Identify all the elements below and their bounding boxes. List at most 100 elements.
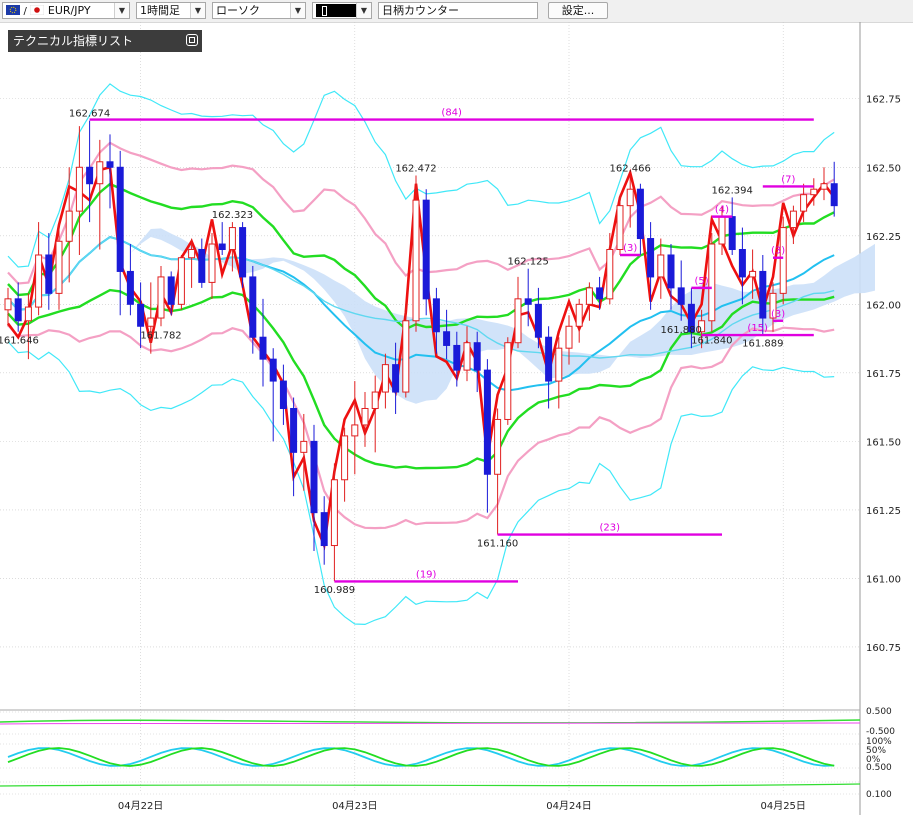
signal-line [0, 722, 861, 725]
candle-body [443, 331, 451, 346]
candle-body [300, 440, 308, 453]
price-label: 161.840 [691, 336, 732, 347]
candle-body [585, 287, 593, 305]
candle-body [14, 298, 22, 322]
price-label: 162.674 [69, 109, 110, 120]
candle-body [279, 380, 287, 409]
counter-label: (3) [771, 309, 785, 320]
timeframe-select[interactable]: 1時間足 ▼ [136, 2, 206, 19]
candle-body [494, 418, 502, 475]
candle-body [361, 407, 369, 426]
candle-body [483, 369, 491, 475]
candle-body [177, 257, 185, 305]
candle-body [269, 358, 277, 382]
price-label: 162.323 [212, 210, 253, 221]
candle-body [718, 216, 726, 245]
candle-body [96, 161, 104, 185]
currency-pair-label: EUR/JPY [47, 4, 91, 17]
price-tick-label: 161.75 [866, 369, 901, 380]
candle-body [800, 194, 808, 212]
chevron-down-icon[interactable]: ▼ [114, 3, 129, 18]
price-tick-label: 161.00 [866, 574, 901, 585]
candle-body [779, 227, 787, 294]
candle-body [126, 270, 134, 305]
chevron-down-icon[interactable]: ▼ [290, 3, 305, 18]
candle-body [86, 166, 94, 185]
candle-body [626, 188, 634, 207]
candle-body [759, 270, 767, 319]
settings-button[interactable]: 設定... [548, 2, 608, 19]
candle-body [198, 249, 206, 283]
candle-body [65, 210, 73, 242]
candle-body [412, 199, 420, 322]
candle-body [24, 306, 32, 322]
chevron-down-icon[interactable]: ▼ [190, 3, 205, 18]
price-tick-label: 162.50 [866, 163, 901, 174]
candle-body [228, 227, 236, 251]
candle-body [106, 161, 114, 168]
date-counter-field[interactable]: 日柄カウンター [378, 2, 538, 19]
minimize-icon[interactable] [186, 34, 198, 46]
price-label: 160.989 [314, 585, 355, 596]
candle-body [249, 276, 257, 338]
candle-body [320, 512, 328, 547]
price-tick-label: 161.50 [866, 437, 901, 448]
candle-body [55, 240, 63, 294]
counter-label: (23) [600, 523, 621, 534]
candle-body [820, 183, 828, 190]
candle-body [463, 342, 471, 371]
counter-label: (84) [441, 108, 462, 119]
sub-axis-label: 0.500 [866, 707, 892, 717]
stochastic-k-line [7, 747, 835, 767]
price-label: 162.466 [610, 163, 651, 174]
chart-style-label: ローソク [216, 4, 260, 17]
counter-label: (3) [771, 246, 785, 257]
price-label: 161.889 [742, 338, 783, 349]
candle-body [4, 298, 12, 311]
eu-flag-icon [6, 4, 20, 19]
toolbar: / EUR/JPY ▼ 1時間足 ▼ ローソク ▼ ▼ 日柄カウンター 設定..… [0, 0, 913, 23]
gridlines [0, 22, 861, 815]
counter-label: (5) [695, 276, 709, 287]
price-tick-label: 162.00 [866, 300, 901, 311]
candle-body [208, 243, 216, 283]
candle-body [647, 238, 655, 278]
chart-style-select[interactable]: ローソク ▼ [212, 2, 306, 19]
candle-body [473, 342, 481, 371]
candle-body [35, 254, 43, 308]
price-tick-label: 160.75 [866, 643, 901, 654]
candle-body [453, 344, 461, 371]
chevron-down-icon[interactable]: ▼ [356, 3, 371, 18]
sub-indicators: 0.500-0.500100%50%0%0.5000.100 [0, 707, 895, 800]
candle-body [616, 205, 624, 251]
color-swatch [316, 4, 356, 17]
candle-body [667, 254, 675, 289]
counter-label: (4) [715, 205, 729, 216]
candle-body [657, 254, 665, 278]
candle-body [504, 342, 512, 420]
price-axis: 162.75 162.50 162.25 162.00 161.75 161.50 161.… [866, 95, 901, 654]
candle-body [514, 298, 522, 344]
sub-axis-label: 0.100 [866, 790, 892, 800]
candle-body [596, 287, 604, 300]
currency-pair-select[interactable]: / EUR/JPY ▼ [2, 2, 130, 19]
date-label: 04月24日 [546, 800, 591, 812]
indicator-list-panel[interactable]: テクニカル指標リスト [8, 30, 202, 52]
candle-body [167, 276, 175, 305]
price-tick-label: 162.25 [866, 232, 901, 243]
candle-body [310, 440, 318, 514]
candle-body [330, 479, 338, 547]
candle-body [728, 216, 736, 251]
candle-body [371, 391, 379, 409]
color-select[interactable]: ▼ [312, 2, 372, 19]
price-label: 161.646 [0, 336, 39, 347]
candle-body [218, 243, 226, 251]
candle-body [789, 210, 797, 229]
date-label: 04月22日 [118, 800, 163, 812]
candle-body [147, 317, 155, 327]
candle-body [392, 364, 400, 393]
candle-body [830, 183, 838, 207]
volume-line [0, 783, 861, 787]
date-label: 04月25日 [760, 800, 805, 812]
macd-line [0, 719, 861, 724]
